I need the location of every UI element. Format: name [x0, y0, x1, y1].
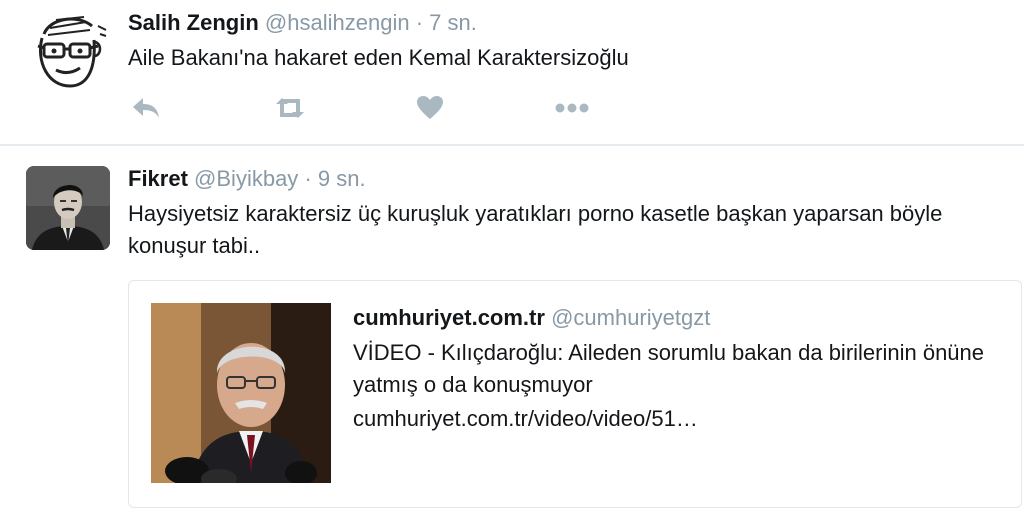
doodle-face-avatar-icon: [26, 8, 110, 92]
user-handle[interactable]: @Biyikbay: [194, 166, 298, 191]
tweet[interactable]: Salih Zengin @hsalihzengin · 7 sn. Aile …: [0, 0, 1024, 144]
tweet-header: Fikret @Biyikbay · 9 sn.: [128, 166, 366, 192]
tweet-time[interactable]: 7 sn.: [429, 10, 477, 35]
like-button[interactable]: [412, 92, 448, 124]
card-handle[interactable]: @cumhuriyetgzt: [551, 305, 710, 330]
avatar[interactable]: [26, 166, 110, 250]
separator-dot: ·: [415, 10, 424, 35]
separator-dot: ·: [304, 166, 312, 191]
retweet-icon: [276, 98, 304, 118]
more-button[interactable]: [554, 92, 590, 124]
tweet[interactable]: Fikret @Biyikbay · 9 sn. Haysiyetsiz kar…: [0, 146, 1024, 512]
user-name[interactable]: Fikret: [128, 166, 188, 191]
tweet-actions: [128, 92, 608, 124]
more-dots-icon: [555, 103, 589, 113]
card-url[interactable]: cumhuriyet.com.tr/video/video/51…: [353, 403, 698, 435]
news-photo-icon: [151, 303, 331, 483]
tweet-text: Aile Bakanı'na hakaret eden Kemal Karakt…: [128, 45, 629, 70]
card-title: VİDEO - Kılıçdaroğlu: Aileden sorumlu ba…: [353, 340, 985, 397]
reply-button[interactable]: [128, 92, 164, 124]
user-photo-avatar-icon: [26, 166, 110, 250]
tweet-header: Salih Zengin @hsalihzengin · 7 sn.: [128, 10, 477, 36]
user-name[interactable]: Salih Zengin: [128, 10, 259, 35]
card-site-name[interactable]: cumhuriyet.com.tr: [353, 305, 545, 330]
retweet-button[interactable]: [272, 92, 308, 124]
user-handle[interactable]: @hsalihzengin: [265, 10, 410, 35]
tweet-time[interactable]: 9 sn.: [318, 166, 366, 191]
quoted-link-card[interactable]: cumhuriyet.com.tr @cumhuriyetgzt VİDEO -…: [128, 280, 1022, 508]
heart-icon: [417, 96, 443, 119]
tweet-text: Haysiyetsiz karaktersiz üç kuruşluk yara…: [128, 201, 943, 258]
avatar[interactable]: [26, 8, 110, 92]
reply-icon: [133, 98, 159, 118]
card-header: cumhuriyet.com.tr @cumhuriyetgzt: [353, 305, 710, 331]
card-image: [151, 303, 331, 483]
